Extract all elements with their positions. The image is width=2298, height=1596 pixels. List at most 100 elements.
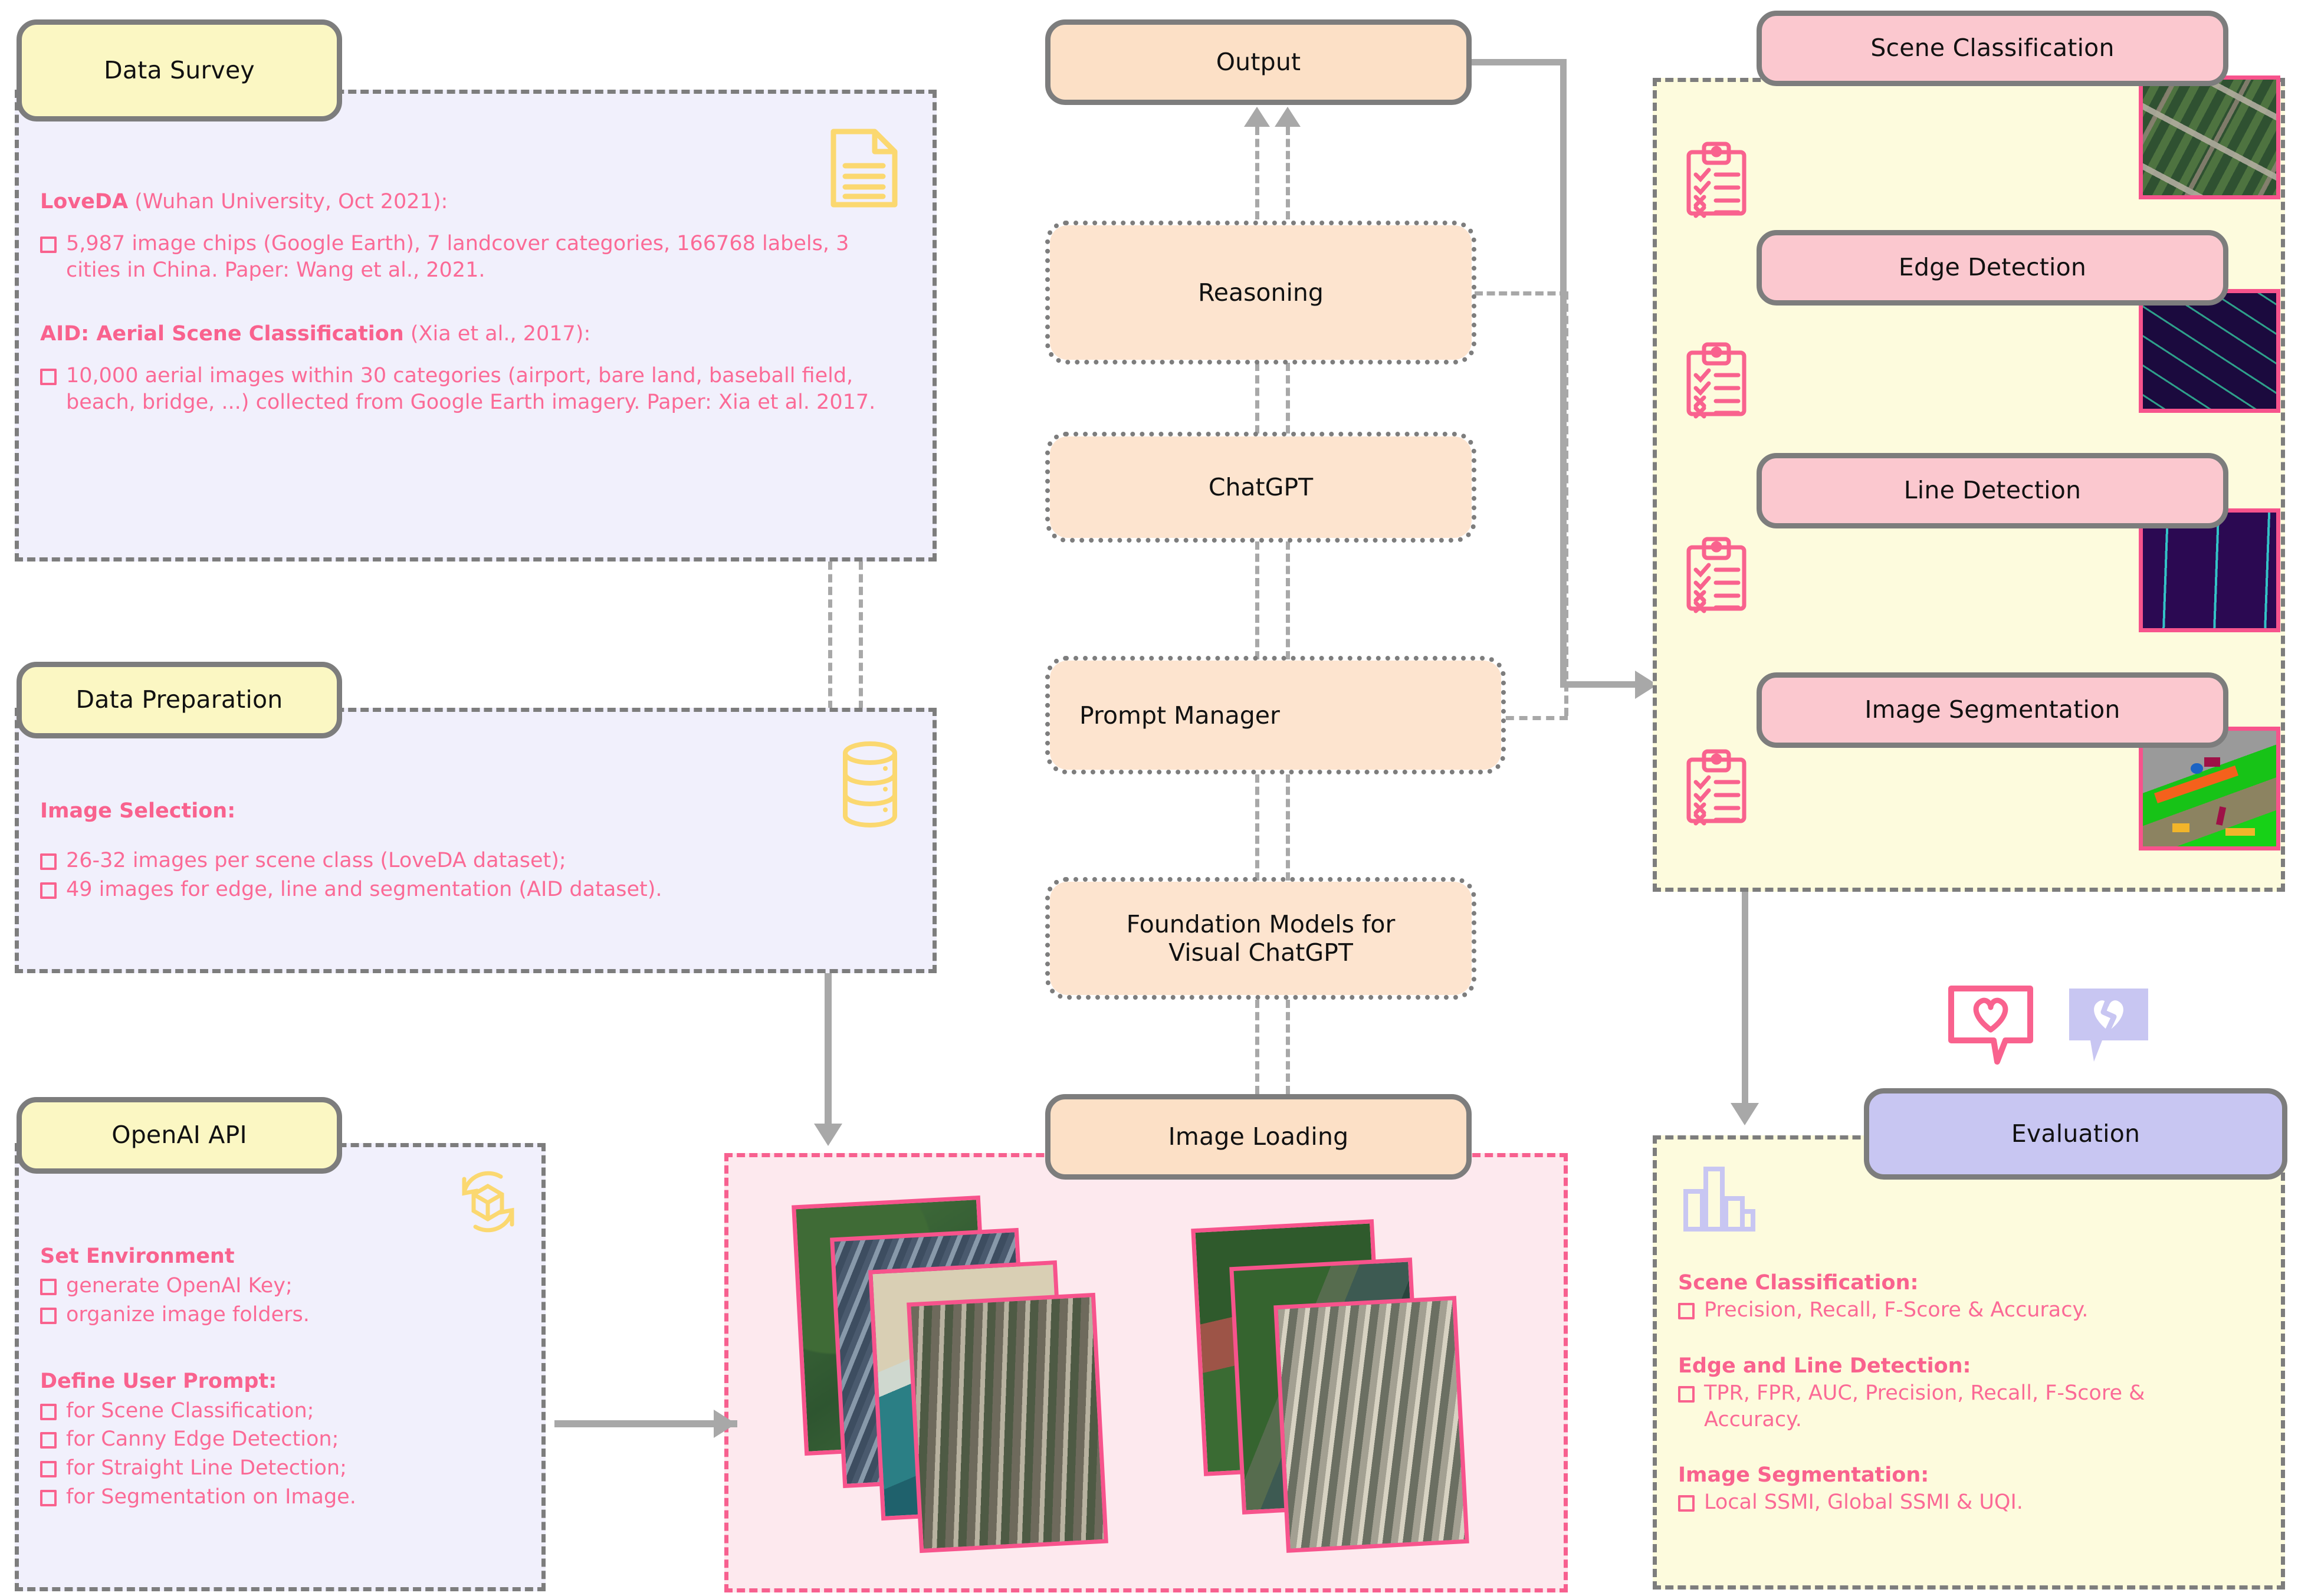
bar-chart-icon: [1680, 1162, 1757, 1236]
prompt-manager-to-chatgpt-line-b: [1286, 541, 1290, 659]
eval-heading-segmentation: Image Segmentation:: [1678, 1463, 1929, 1487]
eval-scene-bullet-1: Precision, Recall, F-Score & Accuracy.: [1704, 1298, 2089, 1322]
openai-api-title-capsule[interactable]: OpenAI API: [17, 1097, 342, 1174]
evaluation-body: Scene Classification: Precision, Recall,…: [1678, 1271, 2268, 1516]
chatgpt-to-reasoning-line-b: [1286, 363, 1290, 434]
output-title: Output: [1216, 47, 1301, 76]
prep-to-imageloading-line: [825, 973, 832, 1132]
output-to-tasks-line-v: [1560, 59, 1567, 687]
chatgpt-title: ChatGPT: [1208, 473, 1314, 501]
bullet-square-icon: [40, 369, 57, 386]
bullet-square-icon: [40, 1461, 57, 1478]
task-label-line-detection: Line Detection: [1903, 476, 2082, 505]
foundation-to-prompt-line-b: [1286, 774, 1290, 881]
image-loading-capsule[interactable]: Image Loading: [1045, 1094, 1472, 1180]
prompt-bullet-1: for Scene Classification;: [66, 1398, 314, 1423]
aerial-residential-thumb: [2139, 75, 2280, 199]
task-capsule-image-segmentation[interactable]: Image Segmentation: [1757, 672, 2228, 748]
reasoning-capsule[interactable]: Reasoning: [1045, 221, 1476, 364]
survey-to-prep-connector-a: [828, 561, 832, 709]
tasks-to-evaluation-arrowhead: [1731, 1103, 1759, 1125]
reasoning-to-output-arrowhead-b: [1275, 107, 1301, 127]
task-capsule-edge-detection[interactable]: Edge Detection: [1757, 230, 2228, 306]
prompt-bullet-2: for Canny Edge Detection;: [66, 1427, 339, 1451]
checklist-icon: [1684, 142, 1749, 218]
aid-heading-rest: (Xia et al., 2017):: [403, 322, 591, 346]
env-bullet-2: organize image folders.: [66, 1302, 310, 1326]
image-loading-title: Image Loading: [1168, 1122, 1349, 1151]
bullet-square-icon: [40, 1403, 57, 1420]
env-bullet-1: generate OpenAI Key;: [66, 1274, 293, 1298]
data-preparation-title-capsule[interactable]: Data Preparation: [17, 662, 342, 738]
eval-edge-bullet-1: TPR, FPR, AUC, Precision, Recall, F-Scor…: [1704, 1381, 2145, 1431]
prompt-manager-capsule[interactable]: Prompt Manager: [1045, 656, 1506, 774]
loveda-bullet-1: 5,987 image chips (Google Earth), 7 land…: [66, 231, 849, 282]
set-environment-heading: Set Environment: [40, 1244, 235, 1268]
define-user-prompt-heading: Define User Prompt:: [40, 1369, 277, 1393]
image-selection-heading: Image Selection:: [40, 799, 236, 823]
checklist-icon: [1684, 537, 1749, 613]
bullet-square-icon: [40, 1489, 57, 1506]
task-label-edge-detection: Edge Detection: [1898, 253, 2087, 282]
task-capsule-scene-classification[interactable]: Scene Classification: [1757, 11, 2228, 86]
eval-heading-scene: Scene Classification:: [1678, 1271, 1919, 1295]
prep-bullet-1: 26-32 images per scene class (LoveDA dat…: [66, 849, 566, 872]
prompt-bullet-3: for Straight Line Detection;: [66, 1456, 347, 1480]
edge-map-thumb: [2139, 289, 2280, 413]
evaluation-title: Evaluation: [2011, 1119, 2141, 1148]
eval-heading-edge-line: Edge and Line Detection:: [1678, 1354, 1971, 1378]
data-preparation-title: Data Preparation: [75, 685, 283, 714]
bullet-square-icon: [1678, 1495, 1695, 1512]
broken-heart-speech-bubble-icon: [2064, 984, 2153, 1066]
heart-speech-bubble-icon: [1946, 984, 2035, 1066]
checklist-icon: [1684, 342, 1749, 419]
bullet-square-icon: [1678, 1303, 1695, 1319]
tasks-to-evaluation-line: [1742, 892, 1748, 1113]
imageloading-to-foundation-line-a: [1255, 1000, 1259, 1094]
bullet-square-icon: [40, 882, 57, 899]
loveda-heading-rest: (Wuhan University, Oct 2021):: [128, 190, 448, 214]
reasoning-to-output-line-b: [1286, 127, 1290, 219]
reasoning-to-output-line-a: [1255, 127, 1259, 219]
openai-to-imageloading-line: [554, 1420, 737, 1427]
bullet-square-icon: [40, 1432, 57, 1449]
task-label-image-segmentation: Image Segmentation: [1864, 695, 2120, 724]
chatgpt-capsule[interactable]: ChatGPT: [1045, 432, 1476, 543]
openai-to-imageloading-arrowhead: [714, 1410, 736, 1438]
foundation-models-capsule[interactable]: Foundation Models for Visual ChatGPT: [1045, 877, 1476, 1000]
data-survey-body: LoveDA (Wuhan University, Oct 2021): 5,9…: [40, 189, 907, 416]
task-capsule-line-detection[interactable]: Line Detection: [1757, 453, 2228, 528]
bullet-square-icon: [40, 1307, 57, 1324]
checklist-icon: [1684, 749, 1749, 826]
chatgpt-to-reasoning-line-a: [1255, 363, 1259, 434]
eval-seg-bullet-1: Local SSMI, Global SSMI & UQI.: [1704, 1490, 2023, 1515]
feedback-to-prompt-manager-line: [1492, 716, 1568, 720]
aid-heading-bold: AID: Aerial Scene Classification: [40, 322, 404, 346]
data-survey-title-capsule[interactable]: Data Survey: [17, 19, 342, 121]
foundation-to-prompt-line-a: [1255, 774, 1259, 881]
loveda-heading-bold: LoveDA: [40, 190, 129, 214]
reasoning-to-tasks-line: [1475, 291, 1568, 295]
survey-to-prep-connector-b: [859, 561, 863, 709]
image-tile: [907, 1292, 1108, 1554]
aid-bullet-1: 10,000 aerial images within 30 categorie…: [66, 364, 876, 414]
reasoning-to-output-arrowhead-a: [1244, 107, 1270, 127]
foundation-models-line1: Foundation Models for: [1126, 910, 1396, 938]
bullet-square-icon: [40, 236, 57, 253]
imageloading-to-foundation-line-b: [1286, 1000, 1290, 1094]
reasoning-title: Reasoning: [1198, 278, 1324, 307]
output-capsule[interactable]: Output: [1045, 19, 1472, 105]
package-refresh-icon: [451, 1165, 525, 1239]
image-tile: [1273, 1296, 1469, 1553]
output-to-tasks-line-h2: [1560, 681, 1643, 688]
openai-api-title: OpenAI API: [111, 1121, 247, 1150]
bullet-square-icon: [40, 1279, 57, 1295]
prep-to-imageloading-arrowhead: [814, 1124, 842, 1146]
prep-bullet-2: 49 images for edge, line and segmentatio…: [66, 877, 662, 901]
foundation-models-line2: Visual ChatGPT: [1168, 938, 1353, 967]
prompt-manager-title: Prompt Manager: [1079, 701, 1280, 730]
output-to-tasks-line-h1: [1472, 59, 1566, 65]
prompt-bullet-4: for Segmentation on Image.: [66, 1485, 356, 1509]
task-label-scene-classification: Scene Classification: [1870, 34, 2115, 63]
evaluation-capsule[interactable]: Evaluation: [1864, 1088, 2287, 1180]
